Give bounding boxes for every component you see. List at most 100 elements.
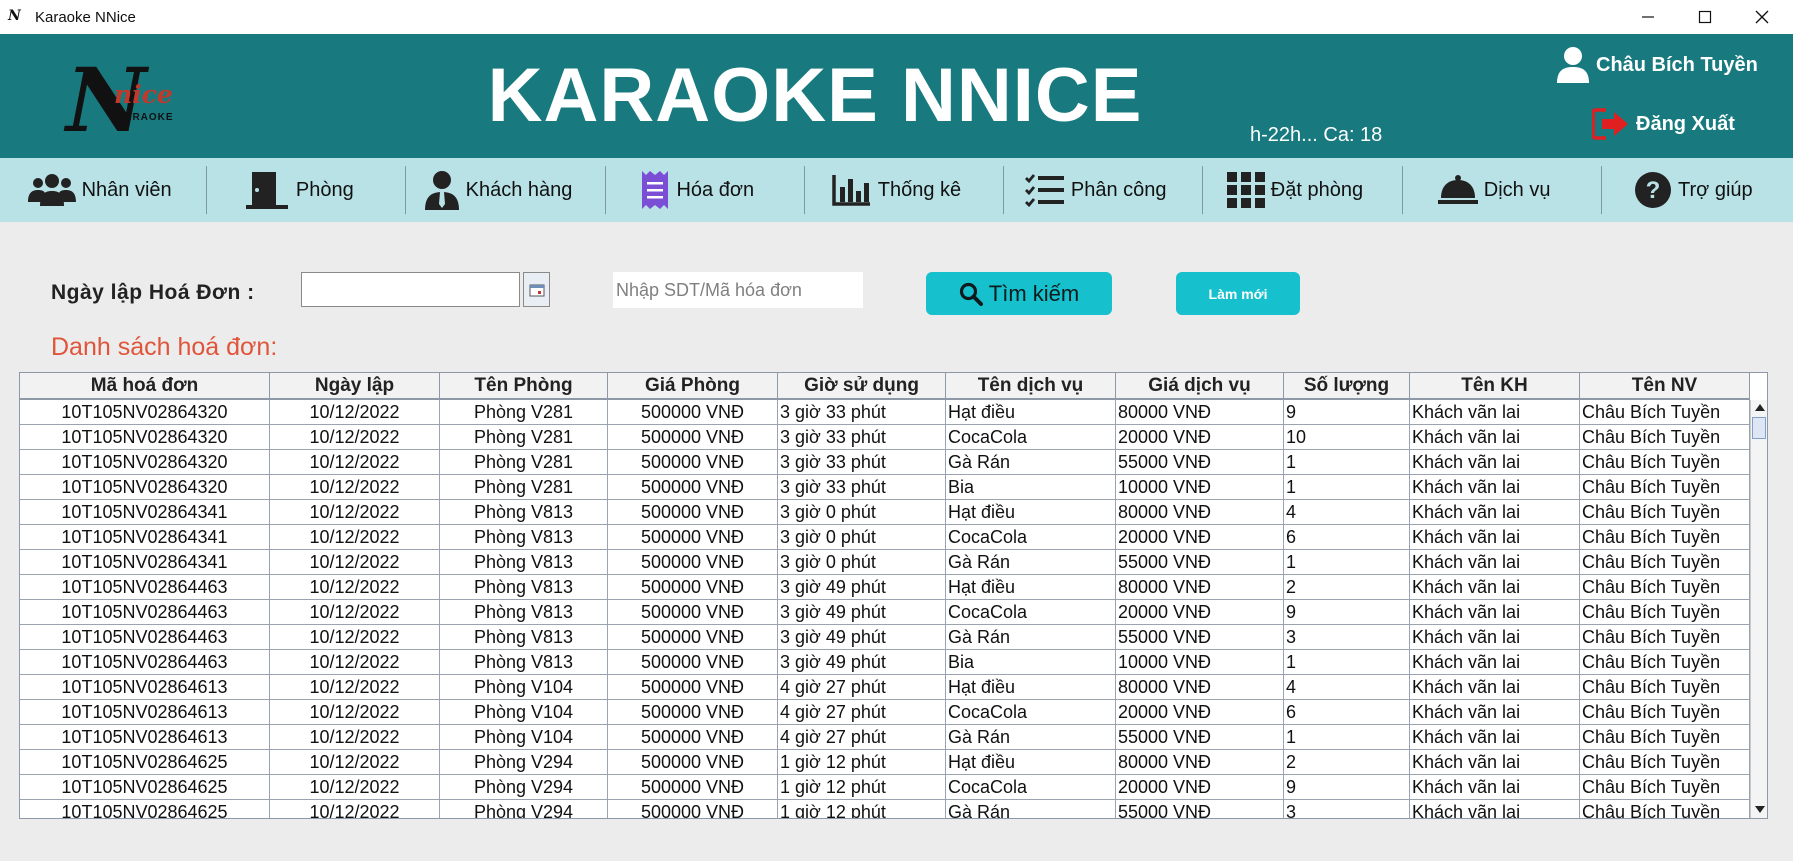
table-cell: 55000 VNĐ bbox=[1116, 800, 1284, 818]
table-cell: Hạt điều bbox=[946, 575, 1116, 600]
nav-item-help[interactable]: ? Trợ giúp bbox=[1594, 158, 1793, 222]
table-cell: 10T105NV02864320 bbox=[20, 400, 270, 425]
nav-label: Phân công bbox=[1070, 178, 1167, 201]
nav-item-statistics[interactable]: Thống kê bbox=[797, 158, 996, 222]
nav-label: Khách hàng bbox=[465, 178, 573, 201]
invoice-date-label: Ngày lập Hoá Đơn : bbox=[51, 281, 255, 304]
table-row[interactable]: 10T105NV02864341 10/12/2022 Phòng V813 5000… bbox=[20, 550, 1750, 575]
app-header: N nice KARAOKE KARAOKE NNICE h-22h... Ca… bbox=[0, 34, 1793, 158]
nav-item-employees[interactable]: Nhân viên bbox=[0, 158, 199, 222]
table-cell: 3 giờ 33 phút bbox=[778, 400, 946, 425]
table-cell: Phòng V281 bbox=[440, 450, 608, 475]
minimize-icon bbox=[1642, 16, 1654, 18]
minimize-button[interactable] bbox=[1620, 0, 1676, 34]
nav-label: Đặt phòng bbox=[1270, 178, 1364, 201]
nav-item-booking[interactable]: Đặt phòng bbox=[1195, 158, 1394, 222]
table-cell: 500000 VNĐ bbox=[608, 425, 778, 450]
table-cell: 20000 VNĐ bbox=[1116, 425, 1284, 450]
nav-item-invoices[interactable]: Hóa đơn bbox=[598, 158, 797, 222]
table-cell: 3 giờ 49 phút bbox=[778, 650, 946, 675]
column-header[interactable]: Mã hoá đơn bbox=[20, 373, 270, 400]
table-cell: 10/12/2022 bbox=[270, 650, 440, 675]
refresh-button[interactable]: Làm mới bbox=[1176, 272, 1300, 315]
column-header[interactable]: Tên dịch vụ bbox=[946, 373, 1116, 400]
column-header[interactable]: Giá dịch vụ bbox=[1116, 373, 1284, 400]
table-cell: 3 giờ 49 phút bbox=[778, 575, 946, 600]
table-cell: 6 bbox=[1284, 700, 1410, 725]
table-cell: Châu Bích Tuyền bbox=[1580, 800, 1750, 818]
table-row[interactable]: 10T105NV02864320 10/12/2022 Phòng V281 5000… bbox=[20, 400, 1750, 425]
table-cell: Châu Bích Tuyền bbox=[1580, 550, 1750, 575]
table-cell: 3 giờ 0 phút bbox=[778, 550, 946, 575]
scroll-down-arrow-icon[interactable] bbox=[1755, 806, 1765, 813]
nav-item-assignment[interactable]: Phân công bbox=[996, 158, 1195, 222]
column-header[interactable]: Giờ sử dụng bbox=[778, 373, 946, 400]
table-cell: 9 bbox=[1284, 400, 1410, 425]
column-header[interactable]: Tên KH bbox=[1410, 373, 1580, 400]
table-cell: 20000 VNĐ bbox=[1116, 700, 1284, 725]
close-button[interactable] bbox=[1734, 0, 1790, 34]
invoice-date-input[interactable] bbox=[301, 272, 520, 307]
nav-item-services[interactable]: Dịch vụ bbox=[1395, 158, 1594, 222]
date-picker-button[interactable] bbox=[523, 272, 550, 307]
column-header[interactable]: Tên Phòng bbox=[440, 373, 608, 400]
table-cell: Phòng V104 bbox=[440, 725, 608, 750]
column-header[interactable]: Số lượng bbox=[1284, 373, 1410, 400]
invoice-list-title: Danh sách hoá đơn: bbox=[51, 333, 278, 361]
table-cell: 80000 VNĐ bbox=[1116, 675, 1284, 700]
table-cell: Phòng V813 bbox=[440, 500, 608, 525]
table-cell: 55000 VNĐ bbox=[1116, 725, 1284, 750]
table-row[interactable]: 10T105NV02864613 10/12/2022 Phòng V104 5000… bbox=[20, 725, 1750, 750]
table-cell: 10/12/2022 bbox=[270, 475, 440, 500]
table-row[interactable]: 10T105NV02864463 10/12/2022 Phòng V813 5000… bbox=[20, 650, 1750, 675]
nav-item-customers[interactable]: Khách hàng bbox=[398, 158, 597, 222]
table-cell: 10T105NV02864613 bbox=[20, 725, 270, 750]
table-cell: 10/12/2022 bbox=[270, 750, 440, 775]
nav-item-rooms[interactable]: Phòng bbox=[199, 158, 398, 222]
table-scrollbar[interactable] bbox=[1750, 400, 1767, 818]
table-cell: Châu Bích Tuyền bbox=[1580, 750, 1750, 775]
table-cell: Khách vãn lai bbox=[1410, 600, 1580, 625]
column-header[interactable]: Ngày lập bbox=[270, 373, 440, 400]
table-row[interactable]: 10T105NV02864625 10/12/2022 Phòng V294 5000… bbox=[20, 800, 1750, 818]
search-input[interactable] bbox=[613, 272, 863, 308]
table-row[interactable]: 10T105NV02864613 10/12/2022 Phòng V104 5000… bbox=[20, 700, 1750, 725]
table-cell: 3 giờ 33 phút bbox=[778, 475, 946, 500]
table-row[interactable]: 10T105NV02864320 10/12/2022 Phòng V281 5000… bbox=[20, 425, 1750, 450]
logout-button[interactable]: Đăng Xuất bbox=[1592, 108, 1735, 140]
table-cell: Khách vãn lai bbox=[1410, 575, 1580, 600]
table-cell: 1 giờ 12 phút bbox=[778, 800, 946, 818]
table-row[interactable]: 10T105NV02864463 10/12/2022 Phòng V813 5000… bbox=[20, 625, 1750, 650]
table-cell: Khách vãn lai bbox=[1410, 650, 1580, 675]
table-row[interactable]: 10T105NV02864463 10/12/2022 Phòng V813 5000… bbox=[20, 600, 1750, 625]
table-row[interactable]: 10T105NV02864463 10/12/2022 Phòng V813 5000… bbox=[20, 575, 1750, 600]
table-cell: Châu Bích Tuyền bbox=[1580, 650, 1750, 675]
table-row[interactable]: 10T105NV02864613 10/12/2022 Phòng V104 5000… bbox=[20, 675, 1750, 700]
search-button[interactable]: Tìm kiếm bbox=[926, 272, 1112, 315]
column-header[interactable]: Tên NV bbox=[1580, 373, 1750, 400]
table-row[interactable]: 10T105NV02864625 10/12/2022 Phòng V294 5000… bbox=[20, 775, 1750, 800]
scroll-thumb[interactable] bbox=[1752, 417, 1766, 439]
table-cell: 3 bbox=[1284, 625, 1410, 650]
scroll-up-arrow-icon[interactable] bbox=[1755, 404, 1765, 411]
table-cell: 55000 VNĐ bbox=[1116, 550, 1284, 575]
table-row[interactable]: 10T105NV02864320 10/12/2022 Phòng V281 5000… bbox=[20, 475, 1750, 500]
table-cell: Châu Bích Tuyền bbox=[1580, 425, 1750, 450]
calendar-icon bbox=[529, 284, 544, 296]
invoice-table[interactable]: Mã hoá đơn Ngày lập Tên Phòng Giá Phòng Giờ … bbox=[19, 372, 1768, 819]
table-body: 10T105NV02864320 10/12/2022 Phòng V281 5000… bbox=[20, 400, 1750, 818]
column-header[interactable]: Giá Phòng bbox=[608, 373, 778, 400]
nav-label: Phòng bbox=[295, 178, 354, 201]
table-cell: 10T105NV02864463 bbox=[20, 600, 270, 625]
shift-info: h-22h... Ca: 18 bbox=[1250, 124, 1383, 146]
table-row[interactable]: 10T105NV02864625 10/12/2022 Phòng V294 5000… bbox=[20, 750, 1750, 775]
table-row[interactable]: 10T105NV02864341 10/12/2022 Phòng V813 5000… bbox=[20, 500, 1750, 525]
help-icon: ? bbox=[1635, 172, 1672, 208]
table-cell: CocaCola bbox=[946, 525, 1116, 550]
table-cell: Châu Bích Tuyền bbox=[1580, 625, 1750, 650]
table-cell: 10/12/2022 bbox=[270, 550, 440, 575]
maximize-button[interactable] bbox=[1677, 0, 1733, 34]
service-bell-icon bbox=[1437, 175, 1478, 204]
table-row[interactable]: 10T105NV02864320 10/12/2022 Phòng V281 5000… bbox=[20, 450, 1750, 475]
table-row[interactable]: 10T105NV02864341 10/12/2022 Phòng V813 5000… bbox=[20, 525, 1750, 550]
